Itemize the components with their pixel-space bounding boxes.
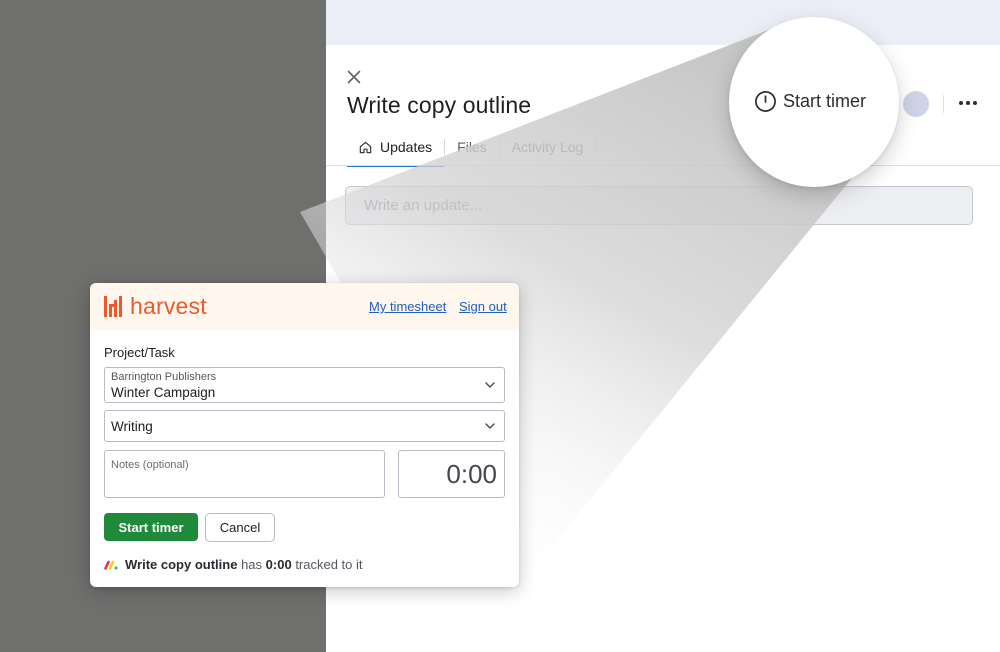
tracked-time-value: 0:00 [265,557,292,572]
harvest-logo-icon [104,296,122,317]
start-timer-button[interactable]: Start timer [754,87,866,115]
project-select[interactable]: Barrington Publishers Winter Campaign [104,367,505,403]
start-timer-submit-button[interactable]: Start timer [104,513,198,541]
timer-icon [755,90,776,112]
tab-updates[interactable]: Updates [347,128,445,167]
notes-field[interactable]: Notes (optional) [104,450,385,498]
item-tabs: Updates Files Activity Log [347,128,597,167]
update-input-placeholder: Write an update... [364,197,483,214]
tracked-suffix-text: tracked to it [295,557,363,572]
tab-label: Files [457,139,487,155]
header-divider [943,95,944,113]
harvest-logo-text: harvest [130,293,207,319]
sign-out-link[interactable]: Sign out [459,299,507,314]
harvest-logo: harvest [104,295,207,318]
project-name: Winter Campaign [111,385,216,400]
my-timesheet-link[interactable]: My timesheet [369,299,446,314]
harvest-timer-popup: harvest My timesheet Sign out Project/Ta… [90,283,519,587]
avatar[interactable] [903,91,929,117]
tab-files[interactable]: Files [445,128,499,166]
tab-divider [595,139,597,155]
monday-logo-icon [104,560,118,570]
home-icon [359,141,372,153]
board-header-band [326,0,1000,45]
tracked-middle-text: has [241,557,263,572]
task-select[interactable]: Writing [104,410,505,442]
notes-placeholder: Notes (optional) [111,459,189,471]
chevron-down-icon [485,423,495,429]
tracked-item-name: Write copy outline [125,557,238,572]
project-task-label: Project/Task [104,345,175,360]
update-input[interactable]: Write an update... [345,186,973,225]
project-client: Barrington Publishers [111,371,217,383]
tab-label: Updates [380,139,433,155]
duration-field[interactable]: 0:00 [398,450,505,498]
tab-activity-log[interactable]: Activity Log [500,128,596,166]
task-name: Writing [111,419,153,434]
harvest-header: harvest My timesheet Sign out [90,283,519,330]
more-options-icon[interactable] [956,93,980,113]
start-timer-label: Start timer [783,90,867,111]
item-title: Write copy outline [347,92,532,118]
duration-value: 0:00 [446,458,497,489]
cancel-button[interactable]: Cancel [205,513,275,542]
tracked-time-note: Write copy outline has 0:00 tracked to i… [104,557,363,572]
chevron-down-icon [485,382,495,388]
tabs-divider-line [326,165,1000,166]
tab-label: Activity Log [511,139,584,155]
close-icon[interactable] [344,67,364,87]
